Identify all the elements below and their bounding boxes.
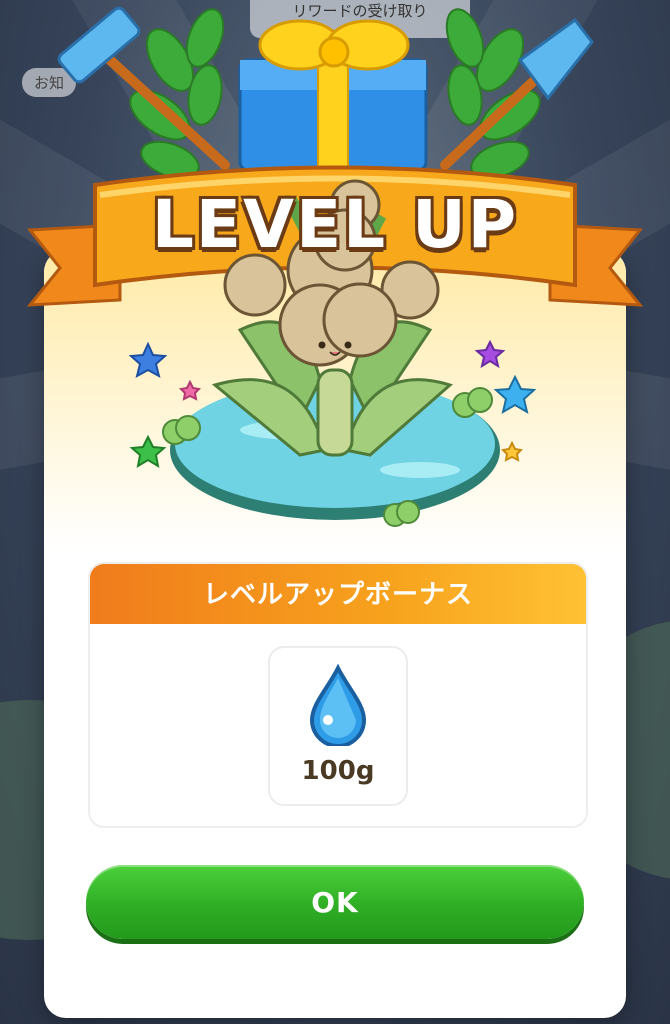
reward-amount: 100g [301,756,375,786]
level-up-title: LEVEL UP [151,186,519,263]
reward-item: 100g [268,646,408,806]
ok-button[interactable]: OK [86,865,584,939]
dialog-glow [44,250,626,550]
level-up-bonus-panel: レベルアップボーナス 100g [88,562,588,828]
water-drop-icon [309,664,367,746]
reward-banner: リワードの受け取り のま♪ [250,0,470,38]
bonus-title: レベルアップボーナス [90,564,586,624]
notice-button[interactable]: お知 [22,68,77,97]
